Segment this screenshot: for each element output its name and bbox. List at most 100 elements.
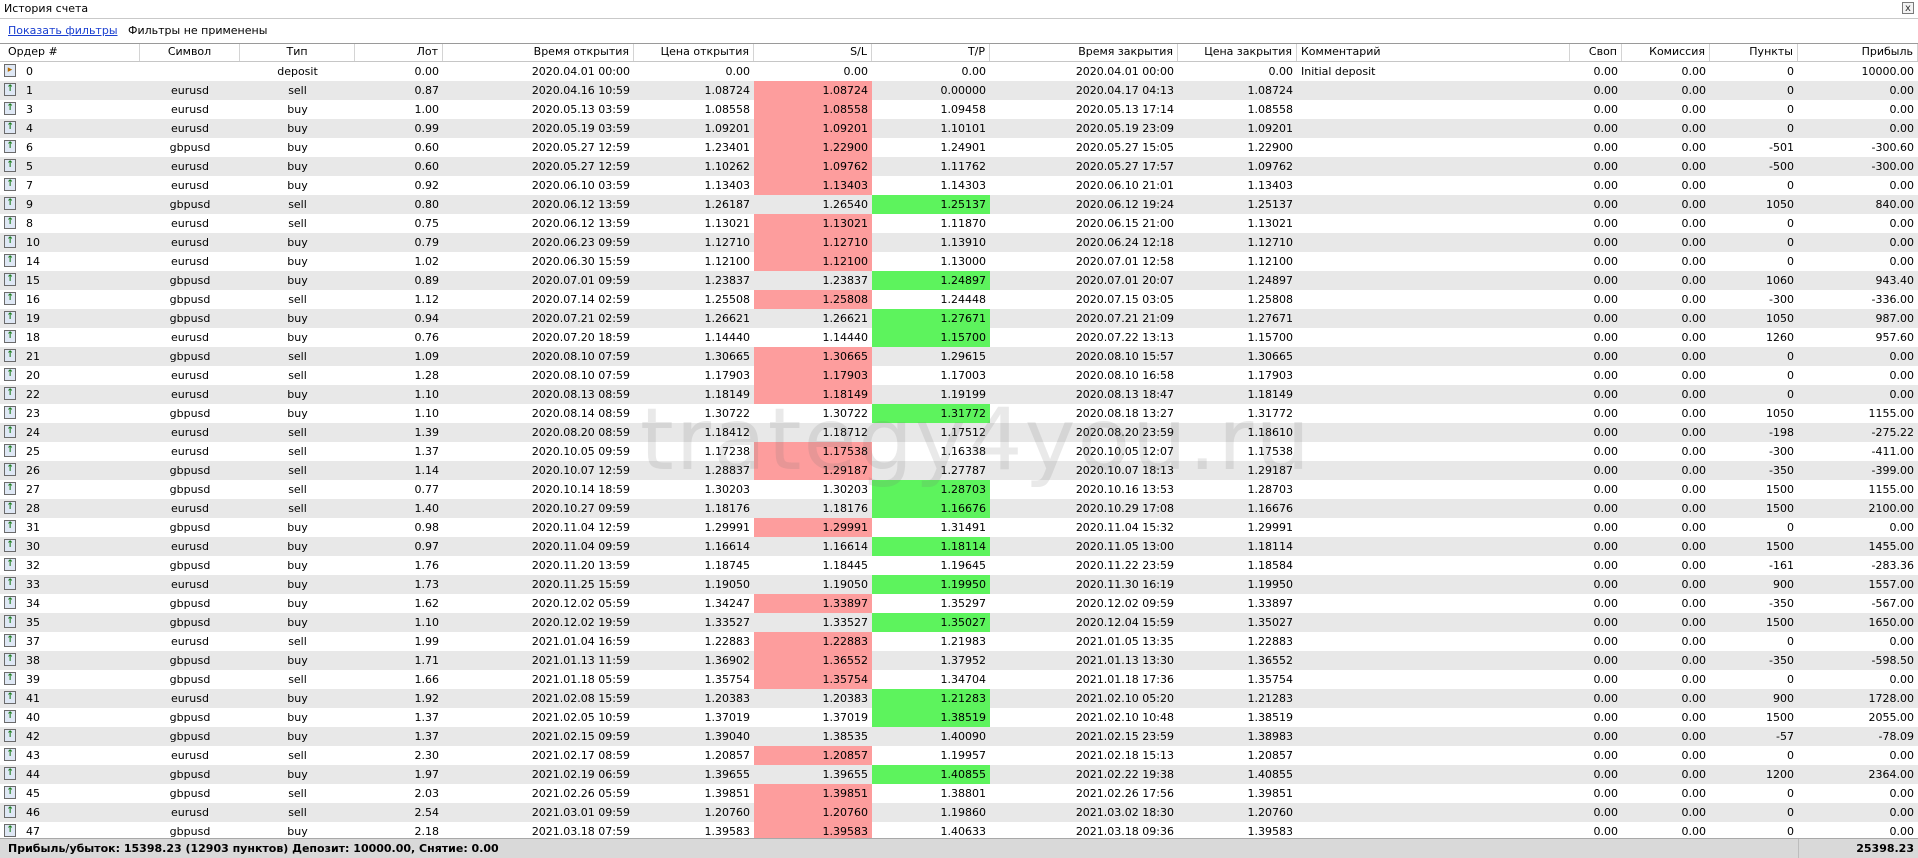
cell-tp: 1.35297 — [940, 597, 987, 610]
table-row[interactable]: ↑ 3 eurusd buy 1.00 2020.05.13 03:59 1.08558 1.… — [0, 100, 1918, 119]
cell-sl: 1.26621 — [822, 312, 869, 325]
cell-symbol: eurusd — [171, 578, 209, 591]
cell-type: sell — [288, 350, 307, 363]
cell-lot: 1.00 — [414, 103, 440, 116]
table-row[interactable]: ↑ 16 gbpusd sell 1.12 2020.07.14 02:59 1.25508… — [0, 290, 1918, 309]
table-row[interactable]: ↑ 22 eurusd buy 1.10 2020.08.13 08:59 1.18149 1… — [0, 385, 1918, 404]
header-col-commission[interactable]: Комиссия — [1622, 44, 1710, 61]
header-col-open-price[interactable]: Цена открытия — [634, 44, 754, 61]
cell-open-price: 1.33527 — [704, 616, 751, 629]
cell-lot: 1.92 — [414, 692, 440, 705]
header-col-tp[interactable]: T/P — [872, 44, 990, 61]
table-row[interactable]: ↑ 14 eurusd buy 1.02 2020.06.30 15:59 1.12100 1… — [0, 252, 1918, 271]
header-col-order[interactable]: Ордер # — [0, 44, 140, 61]
table-row[interactable]: ↑ 27 gbpusd sell 0.77 2020.10.14 18:59 1.30203… — [0, 480, 1918, 499]
close-button[interactable]: x — [1902, 2, 1914, 14]
table-row[interactable]: ↑ 8 eurusd sell 0.75 2020.06.12 13:59 1.13021 1… — [0, 214, 1918, 233]
table-row[interactable]: ↑ 20 eurusd sell 1.28 2020.08.10 07:59 1.17903… — [0, 366, 1918, 385]
cell-commission: 0.00 — [1681, 483, 1707, 496]
table-row[interactable]: ↑ 5 eurusd buy 0.60 2020.05.27 12:59 1.10262 1.… — [0, 157, 1918, 176]
table-row[interactable]: ↑ 40 gbpusd buy 1.37 2021.02.05 10:59 1.37019 1… — [0, 708, 1918, 727]
cell-profit: 0.00 — [1889, 388, 1915, 401]
cell-comment — [1297, 708, 1570, 727]
header-col-lot[interactable]: Лот — [355, 44, 443, 61]
cell-profit: -300.00 — [1871, 160, 1914, 173]
table-row[interactable]: ↑ 18 eurusd buy 0.76 2020.07.20 18:59 1.14440 1… — [0, 328, 1918, 347]
cell-lot: 0.76 — [414, 331, 440, 344]
cell-open-time: 2020.08.10 07:59 — [531, 369, 630, 382]
table-row[interactable]: ↑ 42 gbpusd buy 1.37 2021.02.15 09:59 1.39040 1… — [0, 727, 1918, 746]
table-row[interactable]: ↑ 33 eurusd buy 1.73 2020.11.25 15:59 1.19050 1… — [0, 575, 1918, 594]
header-col-comment[interactable]: Комментарий — [1297, 44, 1570, 61]
table-row[interactable]: ↑ 26 gbpusd sell 1.14 2020.10.07 12:59 1.28837… — [0, 461, 1918, 480]
table-row[interactable]: ↑ 46 eurusd sell 2.54 2021.03.01 09:59 1.20760… — [0, 803, 1918, 822]
table-row[interactable]: ↑ 24 eurusd sell 1.39 2020.08.20 08:59 1.18412… — [0, 423, 1918, 442]
cell-open-price: 1.30665 — [704, 350, 751, 363]
cell-profit: 1728.00 — [1868, 692, 1915, 705]
cell-order: 32 — [26, 559, 40, 572]
cell-open-price: 1.22883 — [704, 635, 751, 648]
cell-swap: 0.00 — [1593, 654, 1619, 667]
header-col-type[interactable]: Тип — [240, 44, 355, 61]
header-col-profit[interactable]: Прибыль — [1798, 44, 1918, 61]
table-row[interactable]: ↑ 43 eurusd sell 2.30 2021.02.17 08:59 1.20857… — [0, 746, 1918, 765]
table-row[interactable]: ↑ 38 gbpusd buy 1.71 2021.01.13 11:59 1.36902 1… — [0, 651, 1918, 670]
table-row[interactable]: ↑ 21 gbpusd sell 1.09 2020.08.10 07:59 1.30665… — [0, 347, 1918, 366]
cell-lot: 1.14 — [414, 464, 440, 477]
cell-open-time: 2020.08.10 07:59 — [531, 350, 630, 363]
table-row[interactable]: ↑ 4 eurusd buy 0.99 2020.05.19 03:59 1.09201 1.… — [0, 119, 1918, 138]
table-row[interactable]: ↑ 30 eurusd buy 0.97 2020.11.04 09:59 1.16614 1… — [0, 537, 1918, 556]
table-row[interactable]: ↑ 19 gbpusd buy 0.94 2020.07.21 02:59 1.26621 1… — [0, 309, 1918, 328]
filter-bar: Показать фильтры Фильтры не применены — [0, 19, 1918, 41]
table-row[interactable]: ↑ 6 gbpusd buy 0.60 2020.05.27 12:59 1.23401 1.… — [0, 138, 1918, 157]
header-col-points[interactable]: Пункты — [1710, 44, 1798, 61]
cell-close-time: 2021.02.26 17:56 — [1075, 787, 1174, 800]
cell-profit: -300.60 — [1871, 141, 1914, 154]
table-row[interactable]: ↑ 25 eurusd sell 1.37 2020.10.05 09:59 1.17238… — [0, 442, 1918, 461]
cell-close-time: 2020.04.01 00:00 — [1075, 65, 1174, 78]
cell-profit: -78.09 — [1878, 730, 1914, 743]
header-col-close-price[interactable]: Цена закрытия — [1178, 44, 1297, 61]
table-row[interactable]: ↑ 7 eurusd buy 0.92 2020.06.10 03:59 1.13403 1.… — [0, 176, 1918, 195]
table-row[interactable]: ▸ 0 deposit 0.00 2020.04.01 00:00 0.00 0.00 0.0… — [0, 62, 1918, 81]
table-row[interactable]: ↑ 32 gbpusd buy 1.76 2020.11.20 13:59 1.18745 1… — [0, 556, 1918, 575]
cell-profit: 840.00 — [1875, 198, 1915, 211]
table-row[interactable]: ↑ 37 eurusd sell 1.99 2021.01.04 16:59 1.22883… — [0, 632, 1918, 651]
table-row[interactable]: ↑ 45 gbpusd sell 2.03 2021.02.26 05:59 1.39851… — [0, 784, 1918, 803]
cell-points: 0 — [1787, 179, 1794, 192]
table-row[interactable]: ↑ 15 gbpusd buy 0.89 2020.07.01 09:59 1.23837 1… — [0, 271, 1918, 290]
cell-open-price: 1.17903 — [704, 369, 751, 382]
cell-swap: 0.00 — [1593, 103, 1619, 116]
table-row[interactable]: ↑ 41 eurusd buy 1.92 2021.02.08 15:59 1.20383 1… — [0, 689, 1918, 708]
table-row[interactable]: ↑ 44 gbpusd buy 1.97 2021.02.19 06:59 1.39655 1… — [0, 765, 1918, 784]
cell-profit: 0.00 — [1889, 350, 1915, 363]
totals-divider — [1798, 839, 1799, 858]
table-row[interactable]: ↑ 1 eurusd sell 0.87 2020.04.16 10:59 1.08724 1… — [0, 81, 1918, 100]
table-row[interactable]: ↑ 28 eurusd sell 1.40 2020.10.27 09:59 1.18176… — [0, 499, 1918, 518]
table-row[interactable]: ↑ 31 gbpusd buy 0.98 2020.11.04 12:59 1.29991 1… — [0, 518, 1918, 537]
header-col-open-time[interactable]: Время открытия — [443, 44, 634, 61]
cell-points: 1500 — [1766, 483, 1794, 496]
cell-open-time: 2020.04.16 10:59 — [531, 84, 630, 97]
header-col-close-time[interactable]: Время закрытия — [990, 44, 1178, 61]
header-col-symbol[interactable]: Символ — [140, 44, 240, 61]
table-row[interactable]: ↑ 39 gbpusd sell 1.66 2021.01.18 05:59 1.35754… — [0, 670, 1918, 689]
cell-tp: 1.21983 — [940, 635, 987, 648]
show-filters-link[interactable]: Показать фильтры — [8, 24, 118, 37]
table-row[interactable]: ↑ 9 gbpusd sell 0.80 2020.06.12 13:59 1.26187 1… — [0, 195, 1918, 214]
cell-close-time: 2020.07.21 21:09 — [1075, 312, 1174, 325]
header-col-sl[interactable]: S/L — [754, 44, 872, 61]
table-row[interactable]: ↑ 23 gbpusd buy 1.10 2020.08.14 08:59 1.30722 1… — [0, 404, 1918, 423]
table-row[interactable]: ↑ 34 gbpusd buy 1.62 2020.12.02 05:59 1.34247 1… — [0, 594, 1918, 613]
table-row[interactable]: ↑ 10 eurusd buy 0.79 2020.06.23 09:59 1.12710 1… — [0, 233, 1918, 252]
cell-profit: 0.00 — [1889, 236, 1915, 249]
table-row[interactable]: ↑ 35 gbpusd buy 1.10 2020.12.02 19:59 1.33527 1… — [0, 613, 1918, 632]
cell-symbol: gbpusd — [169, 654, 211, 667]
cell-profit: 1650.00 — [1868, 616, 1915, 629]
header-col-swap[interactable]: Своп — [1570, 44, 1622, 61]
cell-close-price: 1.35754 — [1247, 673, 1294, 686]
cell-symbol: eurusd — [171, 445, 209, 458]
cell-order: 21 — [26, 350, 40, 363]
cell-open-price: 1.26187 — [704, 198, 751, 211]
cell-sl: 0.00 — [843, 65, 869, 78]
